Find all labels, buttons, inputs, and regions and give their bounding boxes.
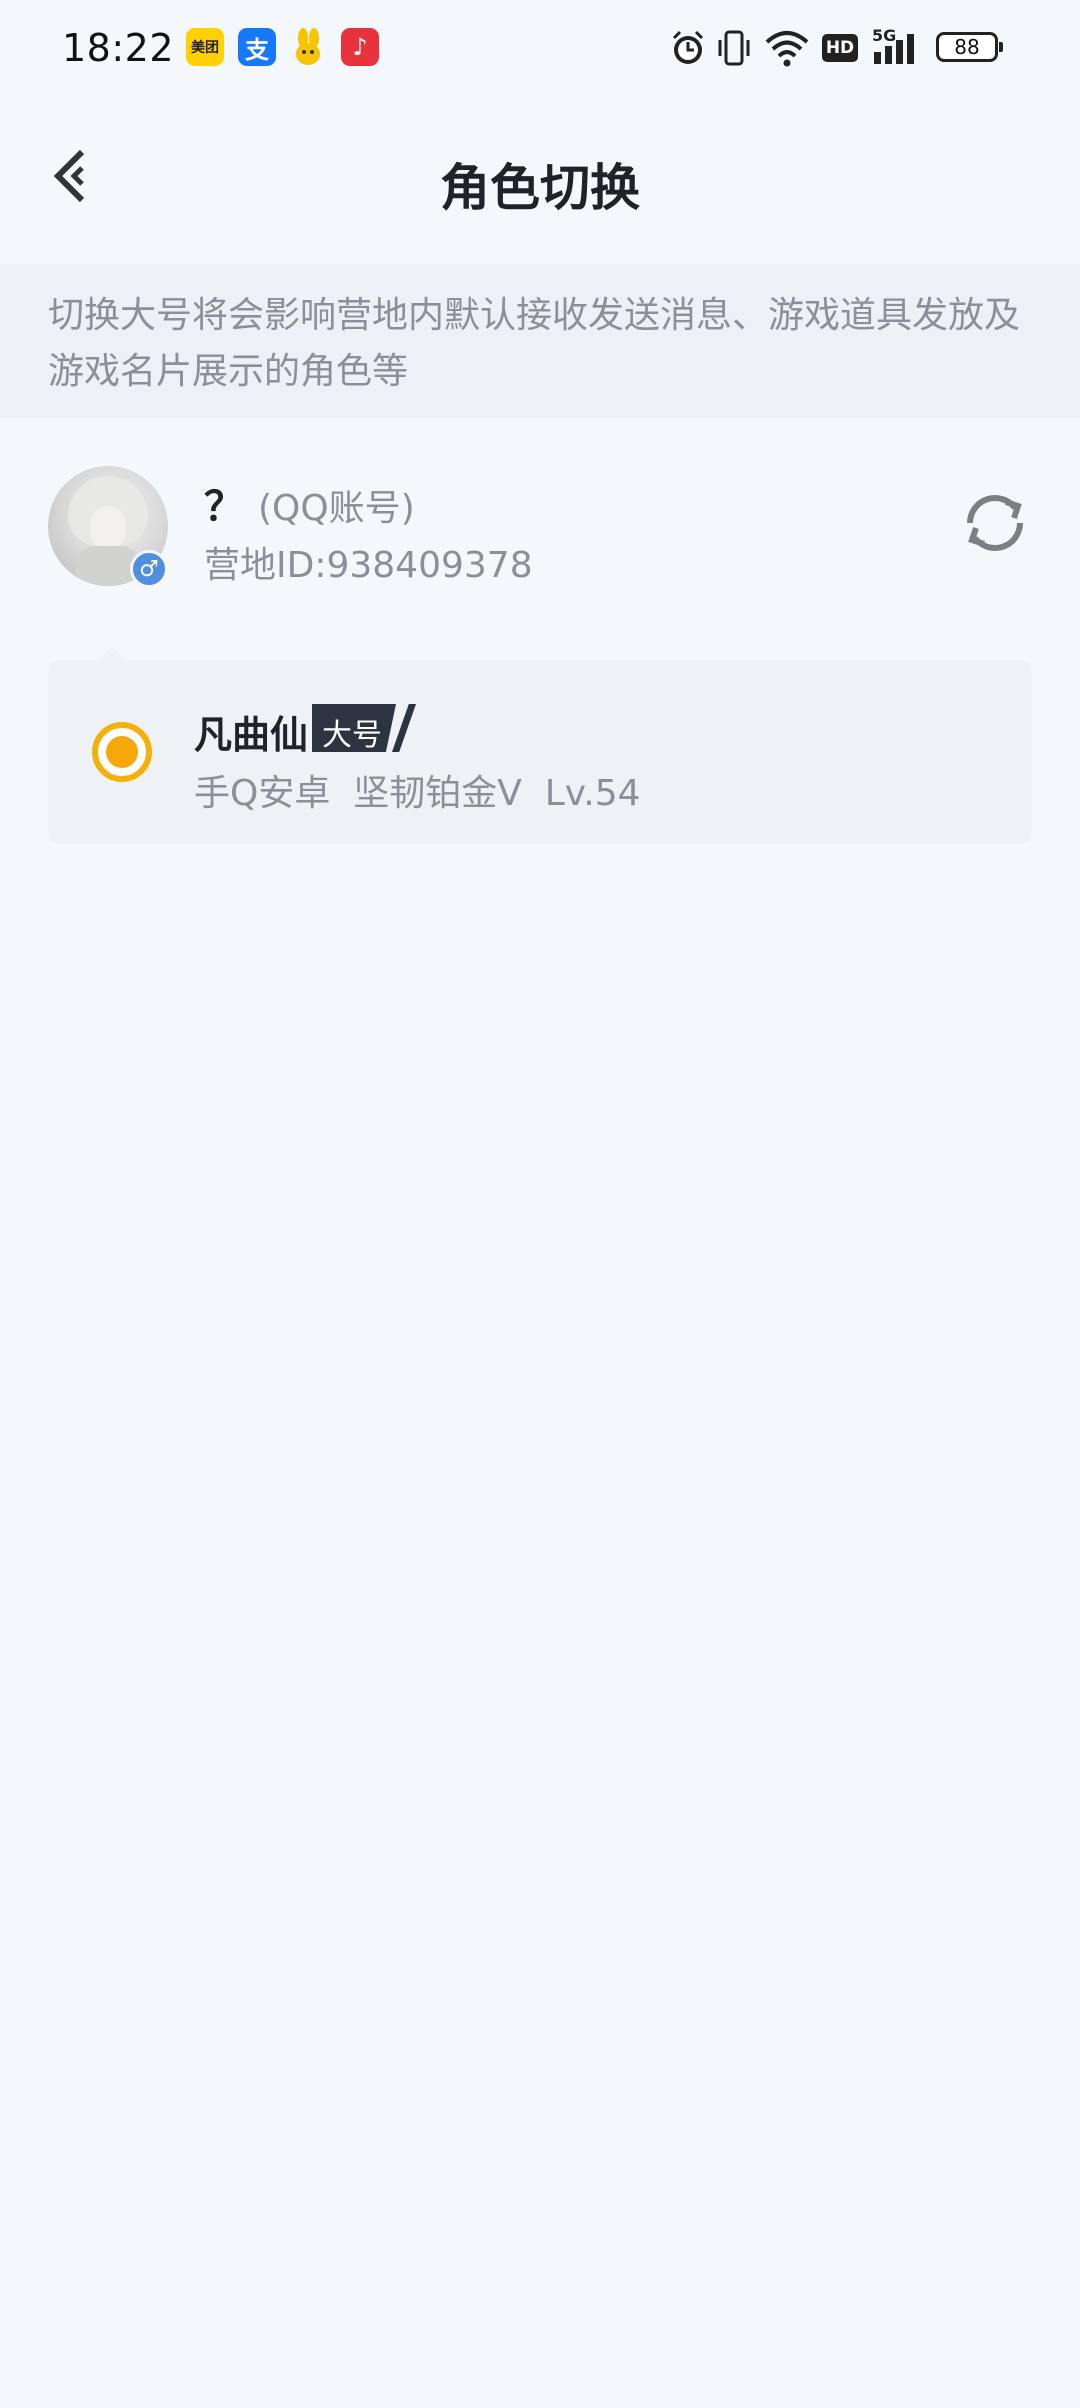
switch-account-icon[interactable]: [960, 488, 1030, 558]
meituan-app-icon: 美团: [186, 28, 224, 66]
battery-indicator: 88: [936, 32, 1003, 62]
alipay-app-icon: 支: [238, 28, 276, 66]
role-card[interactable]: 凡曲仙 大号 手Q安卓 坚韧铂金V Lv.54: [48, 646, 1032, 844]
account-nickname: ？: [204, 484, 244, 530]
wifi-icon: [765, 31, 809, 67]
music-app-icon: ♪: [341, 28, 379, 66]
role-radio-selected[interactable]: [92, 722, 152, 782]
account-name: ？ (QQ账号): [204, 474, 415, 532]
notice-banner: 切换大号将会影响营地内默认接收发送消息、游戏道具发放及游戏名片展示的角色等: [0, 264, 1080, 418]
avatar-face: [90, 506, 126, 550]
nav-bar: 角色切换: [0, 96, 1080, 264]
page-title: 角色切换: [440, 159, 640, 217]
account-type: (QQ账号): [258, 488, 415, 529]
badge-label: 大号: [322, 718, 382, 753]
badge-stripe: [392, 704, 416, 752]
signal-icon: [874, 34, 914, 64]
account-row: ♂ ？ (QQ账号) 营地ID:938409378: [0, 418, 1080, 628]
hd-icon: HD: [822, 34, 858, 62]
radio-dot: [106, 736, 138, 768]
vibrate-icon: [718, 30, 750, 66]
status-time: 18:22: [62, 26, 175, 70]
main-account-badge: 大号: [312, 704, 422, 753]
camp-id: 营地ID:938409378: [204, 545, 533, 586]
alarm-icon: [672, 30, 704, 64]
role-info: 手Q安卓 坚韧铂金V Lv.54: [194, 773, 641, 814]
male-gender-icon: ♂: [130, 550, 168, 588]
role-name: 凡曲仙: [194, 713, 309, 757]
rabbit-app-icon: [289, 28, 327, 66]
status-bar: 18:22 美团 支 ♪ HD 5G 88: [0, 0, 1080, 96]
